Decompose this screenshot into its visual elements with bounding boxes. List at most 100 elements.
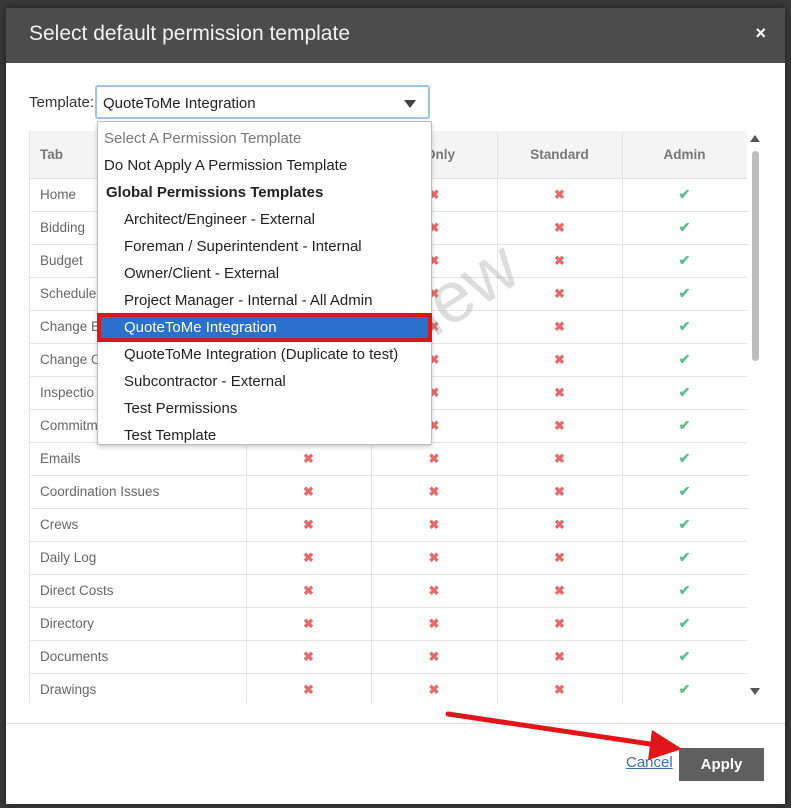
x-icon: ✖ — [554, 318, 565, 334]
permission-cell[interactable]: ✖ — [371, 607, 498, 641]
x-icon: ✖ — [303, 615, 314, 631]
permission-cell[interactable]: ✖ — [246, 640, 372, 674]
footer-divider — [6, 723, 785, 724]
permission-cell[interactable]: ✔ — [622, 442, 747, 476]
permission-cell[interactable]: ✖ — [246, 607, 372, 641]
permission-cell[interactable]: ✔ — [622, 508, 747, 542]
scroll-down-icon[interactable] — [750, 688, 760, 695]
permission-cell[interactable]: ✖ — [497, 310, 623, 344]
check-icon: ✔ — [678, 648, 691, 664]
permission-cell[interactable]: ✖ — [497, 607, 623, 641]
permission-cell[interactable]: ✖ — [246, 508, 372, 542]
dropdown-option[interactable]: Owner/Client - External — [98, 260, 431, 287]
permission-cell[interactable]: ✖ — [246, 673, 372, 703]
table-row: Crews ✖ ✖ ✖ ✔ — [30, 508, 747, 542]
table-row: Daily Log ✖ ✖ ✖ ✔ — [30, 541, 747, 575]
permission-cell[interactable]: ✖ — [497, 244, 623, 278]
permission-cell[interactable]: ✖ — [371, 475, 498, 509]
permission-cell[interactable]: ✖ — [371, 574, 498, 608]
x-icon: ✖ — [554, 483, 565, 499]
column-header-standard: Standard — [497, 131, 623, 179]
scroll-up-icon[interactable] — [750, 135, 760, 142]
permission-cell[interactable]: ✔ — [622, 475, 747, 509]
permission-cell[interactable]: ✖ — [497, 574, 623, 608]
permission-cell[interactable]: ✖ — [497, 673, 623, 703]
dropdown-option[interactable]: Project Manager - Internal - All Admin — [98, 287, 431, 314]
permission-cell[interactable]: ✖ — [246, 475, 372, 509]
permission-cell[interactable]: ✖ — [497, 343, 623, 377]
permission-cell[interactable]: ✔ — [622, 310, 747, 344]
close-icon[interactable]: × — [755, 23, 766, 44]
permission-cell[interactable]: ✔ — [622, 574, 747, 608]
permission-cell[interactable]: ✖ — [371, 673, 498, 703]
template-select[interactable]: QuoteToMe Integration — [95, 85, 430, 119]
permission-cell[interactable]: ✖ — [497, 178, 623, 212]
x-icon: ✖ — [303, 549, 314, 565]
permission-cell[interactable]: ✖ — [497, 211, 623, 245]
permission-cell[interactable]: ✔ — [622, 673, 747, 703]
dropdown-group-label: Global Permissions Templates — [106, 184, 324, 201]
row-tab-name: Documents — [30, 640, 247, 674]
table-row: Directory ✖ ✖ ✖ ✔ — [30, 607, 747, 641]
permission-cell[interactable]: ✔ — [622, 211, 747, 245]
check-icon: ✔ — [678, 582, 691, 598]
permission-cell[interactable]: ✔ — [622, 244, 747, 278]
apply-button[interactable]: Apply — [679, 748, 764, 781]
x-icon: ✖ — [428, 450, 440, 466]
permission-cell[interactable]: ✔ — [622, 178, 747, 212]
permission-cell[interactable]: ✖ — [497, 541, 623, 575]
permission-cell[interactable]: ✖ — [497, 376, 623, 410]
permission-cell[interactable]: ✖ — [497, 475, 623, 509]
x-icon: ✖ — [554, 681, 565, 697]
x-icon: ✖ — [554, 516, 565, 532]
permission-cell[interactable]: ✖ — [497, 640, 623, 674]
x-icon: ✖ — [554, 648, 565, 664]
table-scrollbar[interactable] — [749, 135, 761, 695]
permission-cell[interactable]: ✖ — [497, 277, 623, 311]
permission-cell[interactable]: ✖ — [371, 508, 498, 542]
permission-cell[interactable]: ✖ — [246, 574, 372, 608]
check-icon: ✔ — [678, 516, 691, 532]
x-icon: ✖ — [303, 516, 314, 532]
row-tab-name: Directory — [30, 607, 247, 641]
dropdown-option[interactable]: Test Permissions — [98, 395, 431, 422]
row-tab-name: Coordination Issues — [30, 475, 247, 509]
permission-cell[interactable]: ✔ — [622, 607, 747, 641]
scrollbar-thumb[interactable] — [752, 151, 759, 361]
dropdown-no-template-option[interactable]: Do Not Apply A Permission Template — [98, 152, 437, 179]
check-icon: ✔ — [678, 549, 691, 565]
x-icon: ✖ — [554, 549, 565, 565]
permission-cell[interactable]: ✔ — [622, 376, 747, 410]
cancel-button[interactable]: Cancel — [626, 754, 673, 771]
permission-cell[interactable]: ✖ — [246, 541, 372, 575]
chevron-down-icon[interactable] — [404, 100, 416, 108]
row-tab-name: Crews — [30, 508, 247, 542]
permission-cell[interactable]: ✔ — [622, 541, 747, 575]
x-icon: ✖ — [554, 615, 565, 631]
permission-cell[interactable]: ✖ — [497, 508, 623, 542]
check-icon: ✔ — [678, 351, 691, 367]
permission-cell[interactable]: ✔ — [622, 409, 747, 443]
x-icon: ✖ — [428, 483, 440, 499]
x-icon: ✖ — [428, 549, 440, 565]
permission-cell[interactable]: ✖ — [497, 442, 623, 476]
check-icon: ✔ — [678, 417, 691, 433]
x-icon: ✖ — [303, 582, 314, 598]
check-icon: ✔ — [678, 318, 691, 334]
dropdown-option[interactable]: QuoteToMe Integration (Duplicate to test… — [98, 341, 431, 368]
permission-cell[interactable]: ✔ — [622, 277, 747, 311]
permission-cell[interactable]: ✖ — [371, 541, 498, 575]
dropdown-option[interactable]: Subcontractor - External — [98, 368, 431, 395]
permission-cell[interactable]: ✖ — [497, 409, 623, 443]
dropdown-option[interactable]: Foreman / Superintendent - Internal — [98, 233, 431, 260]
permission-cell[interactable]: ✔ — [622, 640, 747, 674]
dropdown-option[interactable]: Architect/Engineer - External — [98, 206, 431, 233]
dropdown-option[interactable]: Test Template — [98, 422, 431, 449]
x-icon: ✖ — [554, 384, 565, 400]
dropdown-placeholder-option[interactable]: Select A Permission Template — [98, 125, 437, 152]
permission-cell[interactable]: ✔ — [622, 343, 747, 377]
x-icon: ✖ — [303, 681, 314, 697]
check-icon: ✔ — [678, 186, 691, 202]
dropdown-option[interactable]: QuoteToMe Integration — [97, 313, 432, 342]
permission-cell[interactable]: ✖ — [371, 640, 498, 674]
